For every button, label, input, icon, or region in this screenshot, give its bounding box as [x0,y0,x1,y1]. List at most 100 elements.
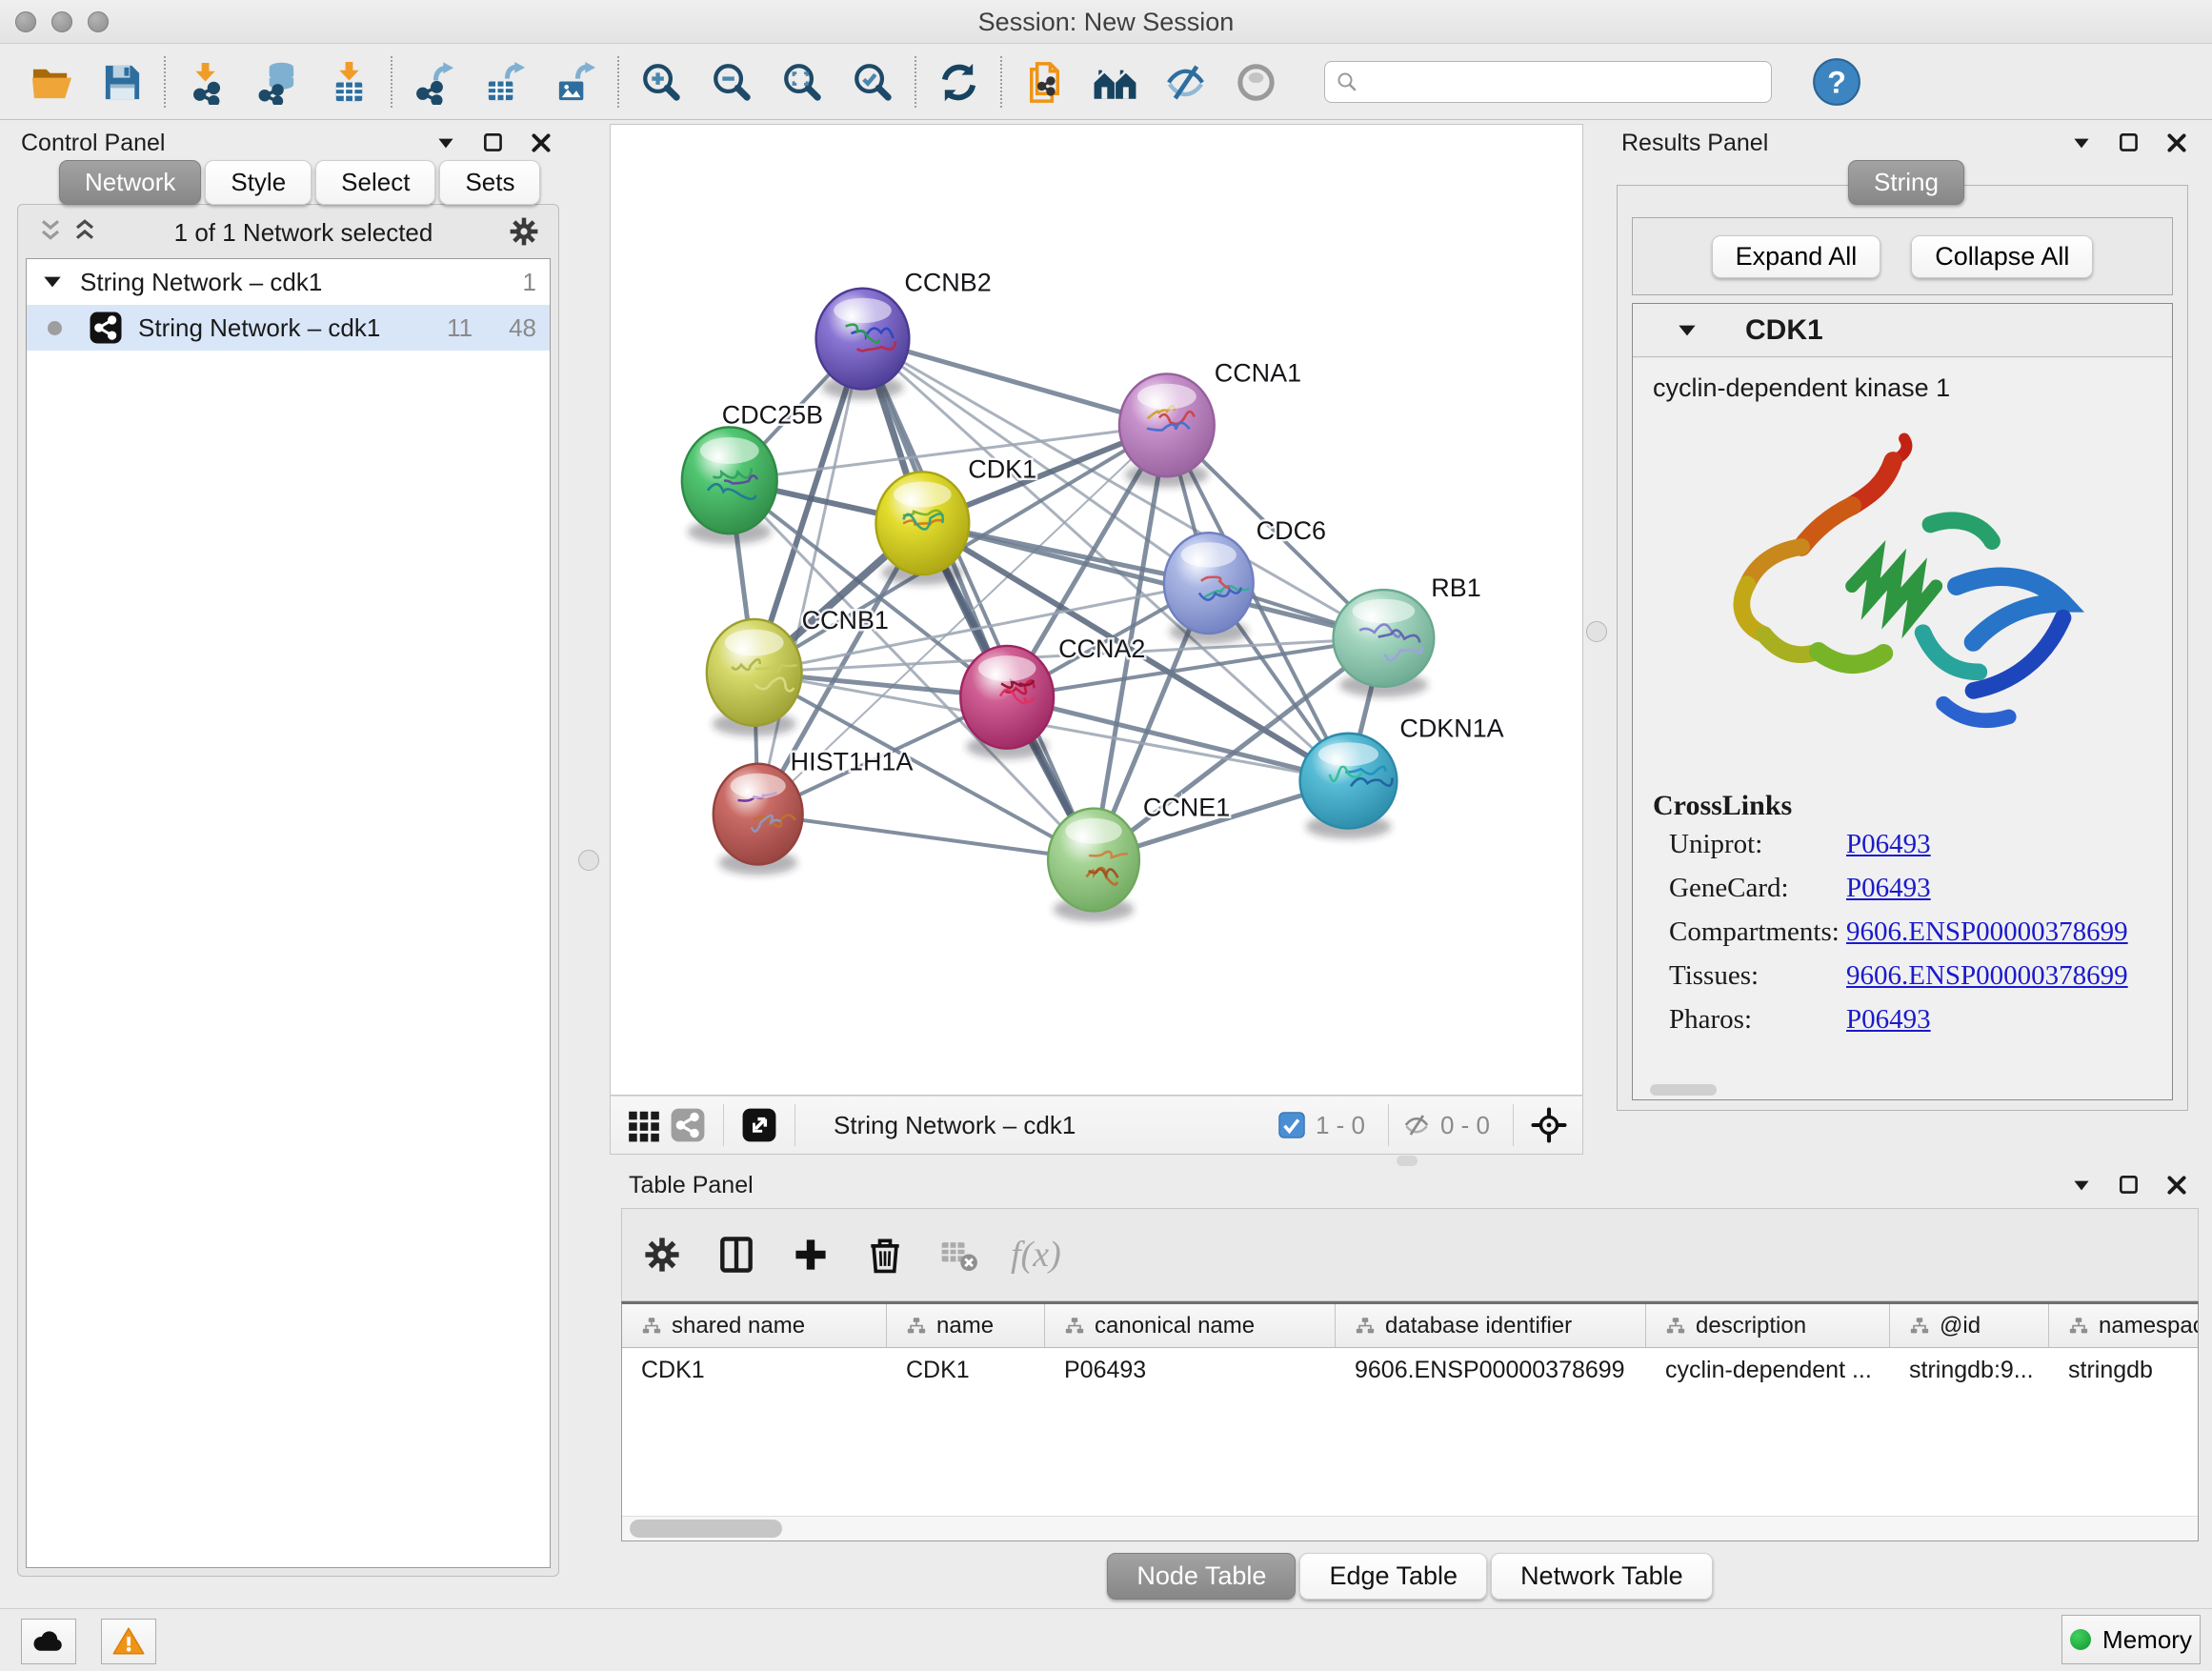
import-table-file-button[interactable] [322,55,375,109]
expand-all-networks-button[interactable] [68,215,102,250]
export-table-button[interactable] [478,55,532,109]
tab-network-table[interactable]: Network Table [1491,1553,1713,1600]
warning-status-button[interactable] [101,1619,156,1664]
edge-HIST1H1A-CCNE1[interactable] [758,815,1094,860]
node-CCNE1[interactable] [1048,809,1139,922]
node-CDC6[interactable] [1164,533,1254,644]
memory-status-dot [2070,1629,2091,1650]
crosslink-link-pharos[interactable]: P06493 [1846,997,1931,1041]
table-tabs: Node TableEdge TableNetwork Table [617,1553,2202,1600]
splitter-handle-left[interactable] [578,850,599,871]
table-row[interactable]: CDK1CDK1P064939606.ENSP00000378699cyclin… [622,1348,2198,1392]
panel-float-button[interactable] [2115,1171,2143,1199]
table-panel: Table Panel f(x) [617,1166,2202,1541]
panel-menu-button[interactable] [432,129,460,157]
birdseye-nav-button[interactable] [1527,1103,1571,1147]
svg-text:?: ? [1827,65,1846,99]
splitter-handle-bottom[interactable] [1397,1156,1418,1166]
import-table-icon [327,60,372,105]
column-header-description[interactable]: description [1646,1304,1890,1347]
edge-CCNB2-CCNE1[interactable] [862,339,1094,860]
panel-close-button[interactable] [2162,1171,2191,1199]
cloud-status-button[interactable] [21,1619,76,1664]
collapse-all-networks-button[interactable] [33,215,68,250]
show-columns-button[interactable] [714,1232,759,1278]
zoom-out-button[interactable] [705,55,758,109]
node-label-RB1: RB1 [1431,574,1480,602]
cloud-icon [31,1624,66,1659]
horizontal-scrollbar[interactable] [622,1516,2198,1540]
share-view-button[interactable] [666,1103,710,1147]
home-button[interactable] [1088,55,1141,109]
node-HIST1H1A[interactable] [714,764,803,876]
memory-label: Memory [2102,1625,2192,1655]
node-CDKN1A[interactable] [1300,734,1398,839]
node-CCNA2[interactable] [960,646,1054,759]
crosslink-link-genecard[interactable]: P06493 [1846,866,1931,910]
panel-menu-button[interactable] [2067,1171,2096,1199]
apply-layout-button[interactable] [932,55,985,109]
search-input[interactable] [1324,61,1772,103]
export-view-button[interactable] [737,1103,781,1147]
column-header-id[interactable]: @id [1890,1304,2049,1347]
zoom-selected-button[interactable] [846,55,899,109]
node-details-header[interactable]: CDK1 [1633,304,2172,357]
import-network-file-button[interactable] [181,55,234,109]
panel-float-button[interactable] [479,129,508,157]
network-canvas[interactable]: CCNB2CCNA1CDC25BCDK1CDC6RB1CCNB1CCNA2CDK… [610,124,1583,1096]
column-header-canonical-name[interactable]: canonical name [1045,1304,1336,1347]
network-row-selected[interactable]: String Network – cdk1 11 48 [27,305,550,351]
tab-edge-table[interactable]: Edge Table [1299,1553,1487,1600]
copy-network-button[interactable] [1017,55,1071,109]
tab-style[interactable]: Style [205,160,312,205]
zoom-fit-button[interactable] [775,55,829,109]
control-panel-title: Control Panel [21,130,165,157]
open-session-button[interactable] [25,55,78,109]
tab-network[interactable]: Network [59,160,201,205]
export-network-button[interactable] [408,55,461,109]
hide-selected-button[interactable] [1158,55,1212,109]
network-collection-row[interactable]: String Network – cdk1 1 [27,259,550,305]
node-CCNB1[interactable] [707,619,802,736]
column-header-namespace[interactable]: namespace [2049,1304,2199,1347]
crosslink-link-uniprot[interactable]: P06493 [1846,822,1931,866]
mini-scrollbar[interactable] [1650,1084,1717,1096]
zoom-in-button[interactable] [634,55,688,109]
table-options-button[interactable] [639,1232,685,1278]
tab-select[interactable]: Select [315,160,435,205]
panel-close-button[interactable] [2162,129,2191,157]
panel-menu-button[interactable] [2067,129,2096,157]
selected-checkbox-icon[interactable] [1277,1111,1306,1139]
tab-sets[interactable]: Sets [439,160,540,205]
node-CDC25B[interactable] [682,427,777,544]
node-CDK1[interactable] [875,472,969,585]
panel-float-button[interactable] [2115,129,2143,157]
tab-node-table[interactable]: Node Table [1107,1553,1296,1600]
collapse-all-button[interactable]: Collapse All [1911,235,2093,278]
column-header-name[interactable]: name [887,1304,1045,1347]
column-header-database-identifier[interactable]: database identifier [1336,1304,1646,1347]
save-session-button[interactable] [95,55,149,109]
crosslink-link-tissues[interactable]: 9606.ENSP00000378699 [1846,954,2128,997]
crosslink-link-compartments[interactable]: 9606.ENSP00000378699 [1846,910,2128,954]
panel-close-button[interactable] [527,129,555,157]
grid-view-button[interactable] [622,1103,666,1147]
expand-all-button[interactable]: Expand All [1712,235,1881,278]
help-button[interactable]: ? [1812,57,1861,107]
column-header-shared-name[interactable]: shared name [622,1304,887,1347]
memory-button[interactable]: Memory [2061,1615,2201,1664]
import-network-database-button[interactable] [251,55,305,109]
node-CCNB2[interactable] [816,289,910,400]
splitter-handle-right[interactable] [1586,621,1607,642]
export-image-button[interactable] [549,55,602,109]
show-hidden-button[interactable] [1229,55,1282,109]
node-CCNA1[interactable] [1119,373,1215,487]
column-type-icon [641,1316,662,1337]
delete-column-button[interactable] [862,1232,908,1278]
scrollbar-thumb[interactable] [630,1520,782,1538]
tab-string[interactable]: String [1848,160,1964,205]
hidden-eye-slash-icon[interactable] [1402,1111,1431,1139]
node-RB1[interactable] [1334,590,1435,697]
network-options-button[interactable] [505,213,543,252]
add-column-button[interactable] [788,1232,834,1278]
